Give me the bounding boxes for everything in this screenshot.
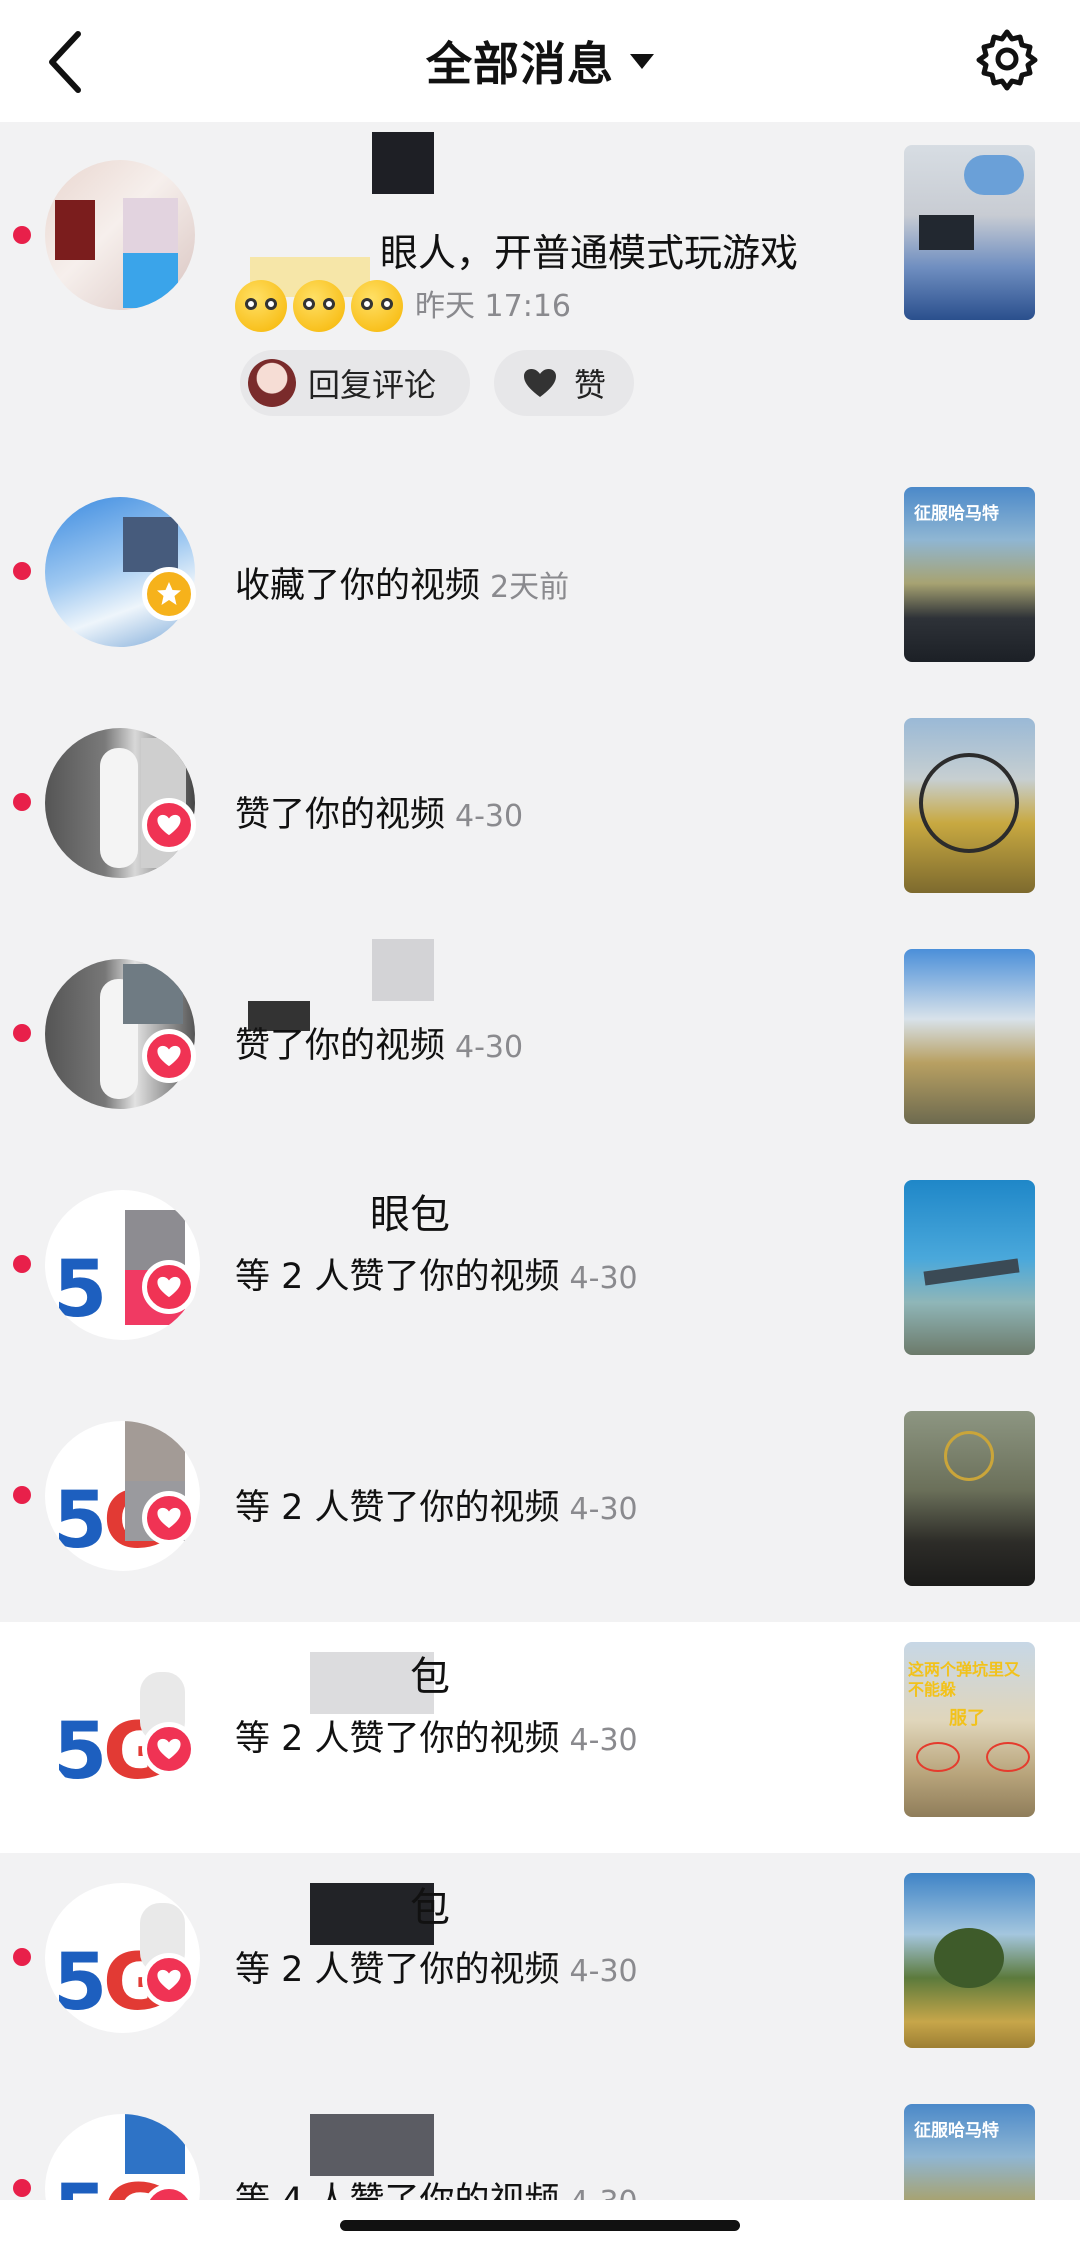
user-name[interactable]: 包 xyxy=(410,1875,450,1933)
heart-icon xyxy=(157,1276,181,1298)
home-indicator[interactable] xyxy=(340,2220,740,2231)
thumbnail-caption: 征服哈马特 xyxy=(914,504,999,524)
unread-dot xyxy=(13,1948,31,1966)
emoji-icon xyxy=(235,280,403,332)
message-text: 眼人，开普通模式玩游戏 xyxy=(380,231,799,275)
heart-icon xyxy=(157,1045,181,1067)
like-badge xyxy=(142,1029,196,1083)
unread-dot xyxy=(13,226,31,244)
message-item[interactable]: 赞了你的视频 4-30 xyxy=(0,929,1080,1160)
video-thumbnail[interactable]: 征服哈马特 xyxy=(904,487,1035,662)
like-badge xyxy=(142,1953,196,2007)
thumbnail-caption: 这两个弹坑里又不能躲 xyxy=(908,1660,1021,1699)
favorite-badge xyxy=(142,567,196,621)
unread-dot xyxy=(13,1024,31,1042)
video-thumbnail[interactable] xyxy=(904,718,1035,893)
gear-icon[interactable] xyxy=(974,26,1040,92)
video-thumbnail[interactable] xyxy=(904,1873,1035,2048)
unread-dot xyxy=(13,1255,31,1273)
thumbnail-caption: 征服哈马特 xyxy=(914,2121,999,2141)
heart-icon xyxy=(523,369,556,397)
heart-icon xyxy=(157,1507,181,1529)
timestamp: 4-30 xyxy=(569,1723,638,1758)
like-badge xyxy=(142,798,196,852)
message-text: 赞了你的视频 4-30 xyxy=(235,1026,524,1066)
message-text: 等 2 人赞了你的视频 4-30 xyxy=(235,1257,638,1297)
message-item[interactable]: 5 G 等 4 人赞了你的视频4-30 征服哈马特 xyxy=(0,2084,1080,2217)
like-button[interactable]: 赞 xyxy=(494,350,634,416)
unread-dot xyxy=(13,2179,31,2197)
timestamp: 4-30 xyxy=(569,1954,638,1989)
video-thumbnail[interactable] xyxy=(904,1411,1035,1586)
user-name[interactable]: 包 xyxy=(410,1644,450,1702)
blur-mask xyxy=(372,939,434,1001)
top-bar: 全部消息 xyxy=(0,0,1080,122)
reply-comment-label: 回复评论 xyxy=(308,366,437,404)
timestamp: 4-30 xyxy=(455,799,524,834)
message-list[interactable]: 眼人，开普通模式玩游戏 昨天 17:16 回复评论 赞 收藏了你的视频2天前 xyxy=(0,122,1080,2217)
message-item[interactable]: 收藏了你的视频 2天前 征服哈马特 xyxy=(0,467,1080,698)
like-badge xyxy=(142,1722,196,1776)
star-icon xyxy=(157,582,181,605)
reply-comment-button[interactable]: 回复评论 xyxy=(240,350,470,416)
message-item[interactable]: 赞了你的视频 4-30 xyxy=(0,698,1080,929)
like-badge xyxy=(142,1260,196,1314)
video-thumbnail[interactable] xyxy=(904,949,1035,1124)
message-text: 赞了你的视频 4-30 xyxy=(235,795,524,835)
video-thumbnail[interactable] xyxy=(904,1180,1035,1355)
timestamp: 4-30 xyxy=(569,1261,638,1296)
timestamp: 2天前 xyxy=(490,570,570,605)
thumbnail-caption: 服了 xyxy=(949,1708,985,1729)
message-text: 等 2 人赞了你的视频 4-30 xyxy=(235,1719,638,1759)
timestamp: 4-30 xyxy=(455,1030,524,1065)
user-name[interactable]: 眼包 xyxy=(370,1182,450,1240)
message-item[interactable]: 5 G 包 等 2 人赞了你的视频 4-30 xyxy=(0,1853,1080,2084)
message-item[interactable]: 5 眼包 等 2 人赞了你的视频 4-30 xyxy=(0,1160,1080,1391)
timestamp: 4-30 xyxy=(569,1492,638,1527)
video-thumbnail[interactable] xyxy=(904,145,1035,320)
avatar xyxy=(248,359,296,407)
unread-dot xyxy=(13,562,31,580)
unread-dot xyxy=(13,1486,31,1504)
heart-icon xyxy=(157,1969,181,1991)
timestamp: 昨天 17:16 xyxy=(415,289,571,324)
chevron-left-icon[interactable] xyxy=(40,22,110,102)
heart-icon xyxy=(157,814,181,836)
blur-mask xyxy=(310,2114,434,2176)
blur-mask xyxy=(372,132,434,194)
message-text: 等 2 人赞了你的视频 4-30 xyxy=(235,1950,638,1990)
page-title[interactable]: 全部消息 xyxy=(426,28,614,94)
like-label: 赞 xyxy=(573,366,606,404)
heart-icon xyxy=(157,1738,181,1760)
avatar[interactable] xyxy=(45,160,195,310)
video-thumbnail[interactable]: 这两个弹坑里又不能躲 服了 xyxy=(904,1642,1035,1817)
message-item[interactable]: 眼人，开普通模式玩游戏 昨天 17:16 回复评论 赞 xyxy=(0,122,1080,467)
like-badge xyxy=(142,1491,196,1545)
message-text: 等 2 人赞了你的视频 4-30 xyxy=(235,1488,638,1528)
message-item[interactable]: 5 G 包 等 2 人赞了你的视频 4-30 这两个弹坑里又不能躲 服了 xyxy=(0,1622,1080,1853)
caret-down-icon[interactable] xyxy=(630,53,654,69)
message-text: 收藏了你的视频 2天前 xyxy=(235,566,570,606)
message-item[interactable]: 5 G 等 2 人赞了你的视频4-30 xyxy=(0,1391,1080,1622)
unread-dot xyxy=(13,793,31,811)
